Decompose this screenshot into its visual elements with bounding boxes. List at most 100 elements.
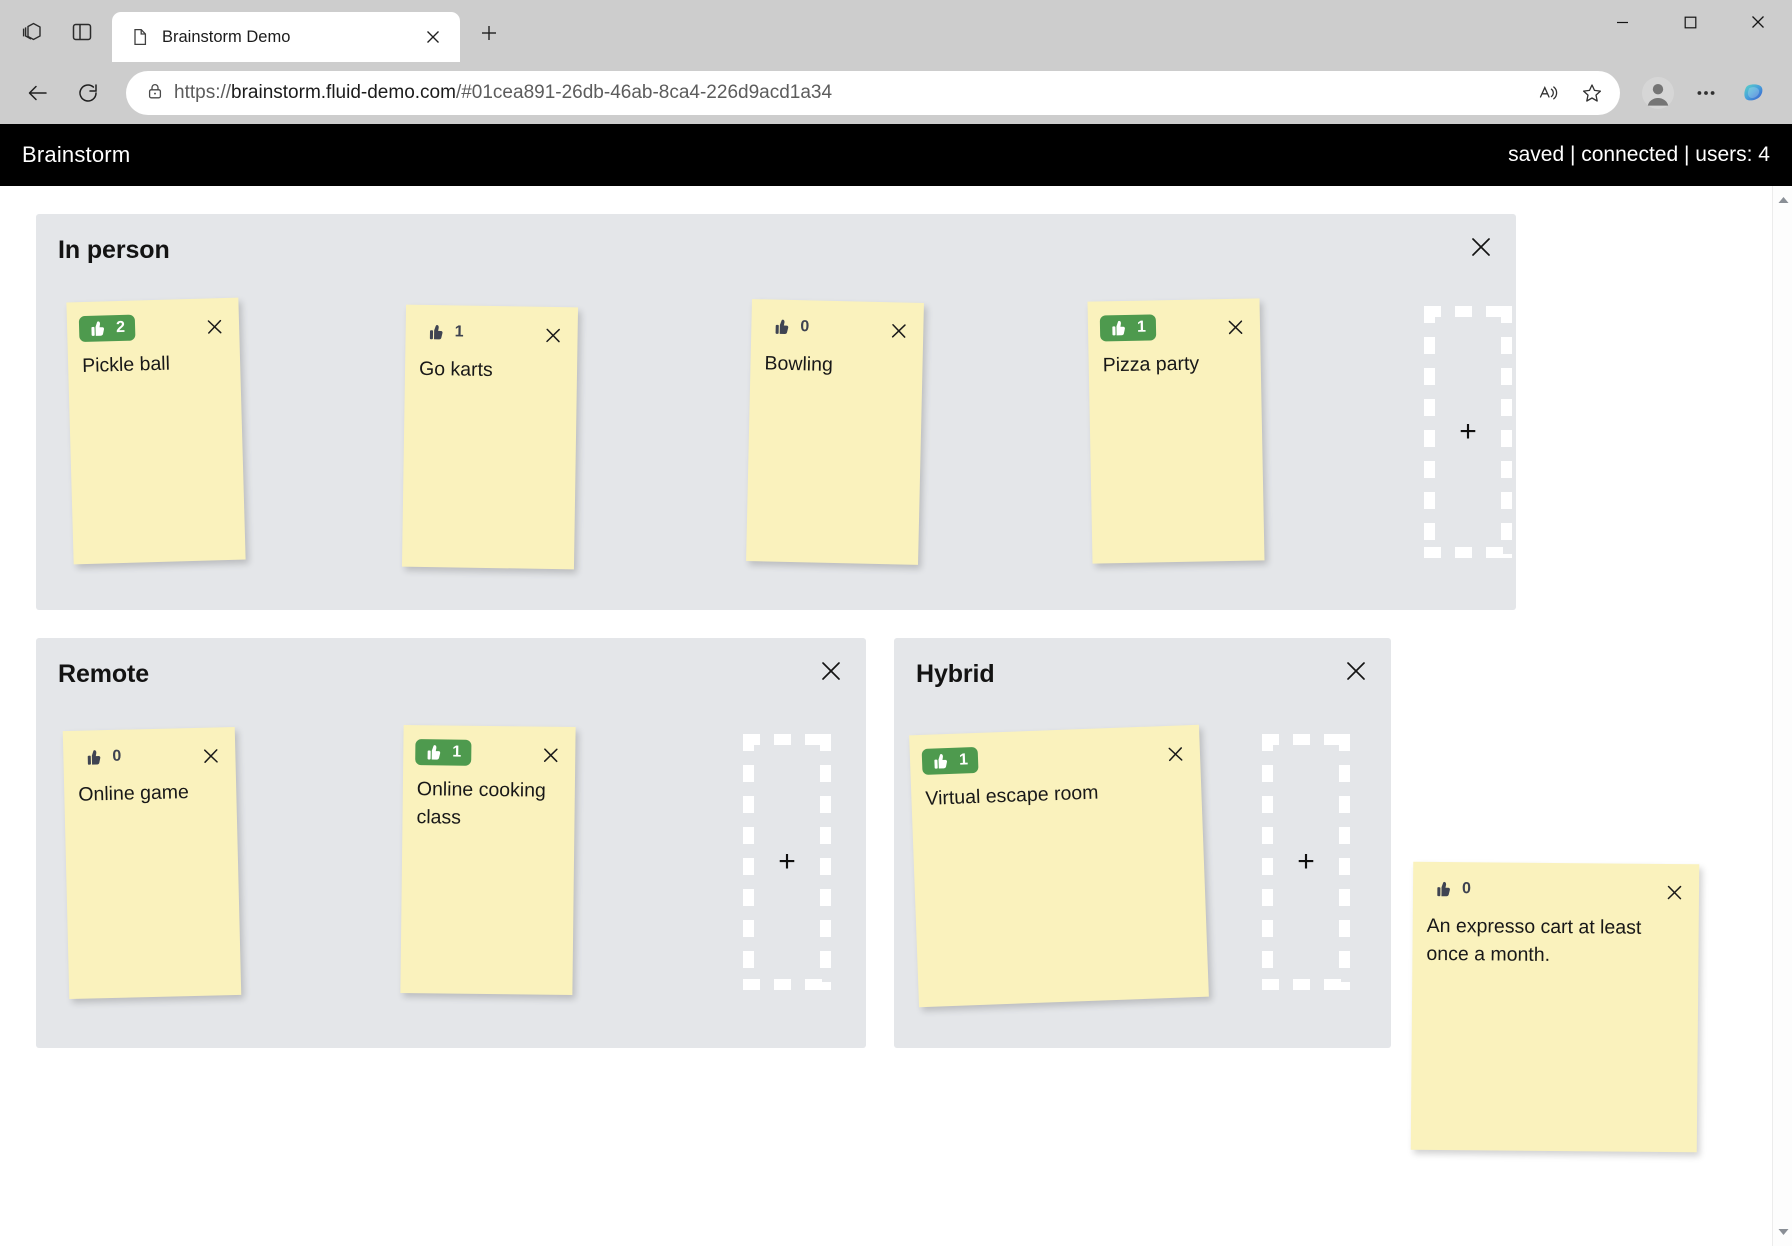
- refresh-icon[interactable]: [66, 71, 110, 115]
- note-close-icon[interactable]: [201, 313, 228, 340]
- note-header: 0: [751, 299, 924, 347]
- add-note-placeholder[interactable]: +: [1262, 734, 1350, 990]
- group-hybrid[interactable]: Hybrid 1 Virtual escape room +: [894, 638, 1391, 1048]
- window-controls: [1588, 0, 1792, 62]
- note-text[interactable]: Online game: [64, 771, 237, 809]
- note-header: 0: [63, 727, 236, 775]
- tab-close-icon[interactable]: [418, 22, 448, 52]
- url-host: brainstorm.fluid-demo.com: [231, 82, 456, 103]
- maximize-icon[interactable]: [1656, 0, 1724, 44]
- vote-badge[interactable]: 0: [1425, 876, 1481, 902]
- note-close-icon[interactable]: [1661, 879, 1687, 905]
- note-header: 2: [66, 298, 239, 347]
- workspaces-icon[interactable]: [10, 8, 58, 56]
- plus-icon: +: [1459, 415, 1477, 448]
- thumbs-up-icon: [934, 754, 947, 769]
- note-close-icon[interactable]: [537, 742, 563, 768]
- vote-badge[interactable]: 0: [763, 313, 819, 340]
- add-note-placeholder[interactable]: +: [743, 734, 831, 990]
- note-card[interactable]: 1 Go karts: [401, 304, 579, 570]
- note-text[interactable]: Bowling: [750, 343, 923, 381]
- note-card[interactable]: 0 An expresso cart at least once a month…: [1410, 861, 1700, 1153]
- back-arrow-icon[interactable]: [16, 71, 60, 115]
- note-card[interactable]: 2 Pickle ball: [66, 297, 246, 565]
- note-close-icon[interactable]: [1161, 740, 1188, 767]
- vote-count: 0: [112, 747, 122, 765]
- vote-badge[interactable]: 0: [75, 743, 132, 770]
- note-text[interactable]: An expresso cart at least once a month.: [1412, 906, 1699, 971]
- address-bar[interactable]: https://brainstorm.fluid-demo.com/#01cea…: [126, 71, 1620, 115]
- read-aloud-icon[interactable]: [1528, 73, 1568, 113]
- navigation-bar: https://brainstorm.fluid-demo.com/#01cea…: [0, 62, 1792, 124]
- vote-count: 0: [800, 318, 810, 336]
- tab-strip: Brainstorm Demo: [0, 0, 1792, 62]
- vote-badge[interactable]: 2: [78, 314, 136, 343]
- note-header: 0: [1413, 862, 1699, 908]
- group-in-person[interactable]: In person 2 Pickle ball 1 Go karts 0 Bow…: [36, 214, 1516, 610]
- note-close-icon[interactable]: [197, 742, 224, 769]
- note-header: 1: [1088, 298, 1261, 345]
- group-close-icon[interactable]: [814, 654, 848, 688]
- note-card[interactable]: 0 Bowling: [746, 299, 924, 565]
- browser-tab[interactable]: Brainstorm Demo: [112, 12, 460, 62]
- group-title: Remote: [58, 660, 150, 688]
- browser-chrome: Brainstorm Demo https://brainstorm.fluid…: [0, 0, 1792, 124]
- vote-badge[interactable]: 1: [921, 746, 979, 775]
- minimize-icon[interactable]: [1588, 0, 1656, 44]
- note-text[interactable]: Pickle ball: [68, 342, 241, 381]
- vertical-scrollbar[interactable]: [1772, 186, 1792, 1246]
- lock-icon: [146, 82, 164, 105]
- vote-count: 1: [452, 743, 462, 761]
- url-path: /#01cea891-26db-46ab-8ca4-226d9acd1a34: [455, 82, 833, 103]
- address-bar-url: https://brainstorm.fluid-demo.com/#01cea…: [174, 82, 1518, 104]
- vote-badge[interactable]: 1: [415, 739, 472, 766]
- copilot-icon[interactable]: [1732, 71, 1776, 115]
- ellipsis-icon[interactable]: [1684, 71, 1728, 115]
- vote-badge[interactable]: 1: [1099, 314, 1157, 342]
- avatar[interactable]: [1636, 71, 1680, 115]
- note-card[interactable]: 1 Virtual escape room: [909, 724, 1209, 1008]
- thumbs-up-icon: [427, 745, 441, 760]
- thumbs-up-icon: [87, 750, 101, 765]
- vote-count: 1: [1136, 318, 1147, 336]
- add-note-placeholder[interactable]: +: [1424, 306, 1512, 558]
- note-header: 1: [403, 725, 576, 771]
- group-close-icon[interactable]: [1464, 230, 1498, 264]
- note-close-icon[interactable]: [539, 322, 565, 348]
- url-scheme: https://: [174, 82, 232, 103]
- thumbs-up-icon: [91, 321, 105, 336]
- thumbs-up-icon: [1437, 881, 1450, 897]
- split-screen-icon[interactable]: [58, 8, 106, 56]
- note-close-icon[interactable]: [885, 317, 912, 344]
- note-text[interactable]: Pizza party: [1088, 342, 1261, 380]
- vote-count: 0: [1461, 880, 1472, 898]
- note-header: 1: [405, 305, 578, 352]
- note-text[interactable]: Online cooking class: [402, 769, 575, 834]
- note-card[interactable]: 1 Online cooking class: [400, 724, 576, 996]
- group-title: Hybrid: [916, 660, 995, 688]
- page-icon: [130, 27, 150, 47]
- window-close-icon[interactable]: [1724, 0, 1792, 44]
- brainstorm-app: Brainstorm saved | connected | users: 4 …: [0, 124, 1792, 1246]
- browser-actions: [1636, 71, 1776, 115]
- vote-badge[interactable]: 1: [417, 319, 473, 346]
- thumbs-up-icon: [1112, 320, 1125, 336]
- note-card[interactable]: 1 Pizza party: [1087, 298, 1265, 564]
- plus-icon: +: [778, 845, 796, 878]
- group-title: In person: [58, 236, 170, 264]
- caret-down-icon[interactable]: [1773, 1222, 1792, 1242]
- note-close-icon[interactable]: [1222, 314, 1248, 340]
- thumbs-up-icon: [429, 324, 443, 340]
- app-header: Brainstorm saved | connected | users: 4: [0, 124, 1792, 186]
- caret-up-icon[interactable]: [1773, 190, 1792, 210]
- note-text[interactable]: Go karts: [405, 349, 578, 386]
- vote-count: 1: [454, 323, 464, 341]
- group-remote[interactable]: Remote 0 Online game 1 Online cooking cl…: [36, 638, 866, 1048]
- vote-count: 2: [115, 318, 126, 337]
- new-tab-button[interactable]: [474, 18, 504, 48]
- board-canvas[interactable]: In person 2 Pickle ball 1 Go karts 0 Bow…: [0, 186, 1792, 1246]
- star-icon[interactable]: [1572, 73, 1612, 113]
- note-card[interactable]: 0 Online game: [62, 726, 242, 1000]
- group-close-icon[interactable]: [1339, 654, 1373, 688]
- app-title: Brainstorm: [22, 142, 131, 167]
